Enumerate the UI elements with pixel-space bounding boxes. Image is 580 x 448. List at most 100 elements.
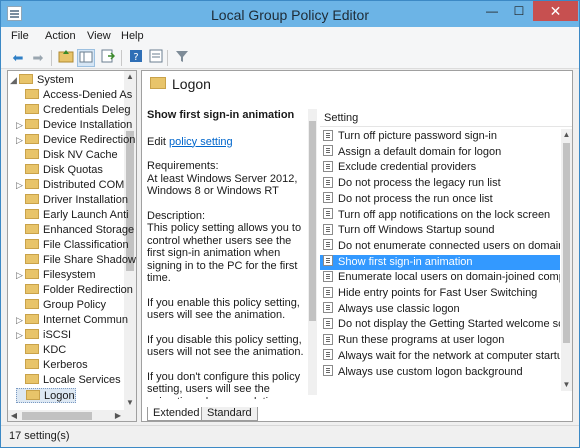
tree-item[interactable]: ▷ Device Redirection (16, 133, 135, 148)
tab-extended[interactable]: Extended (147, 407, 206, 421)
setting-row[interactable]: Always use custom logon background (320, 365, 560, 380)
policy-setting-icon (323, 255, 333, 267)
tree-item[interactable]: Logon (16, 388, 76, 403)
export-list-icon[interactable] (99, 49, 117, 67)
setting-row[interactable]: Turn off app notifications on the lock s… (320, 208, 560, 223)
policy-setting-icon (323, 333, 333, 345)
tree-item[interactable]: KDC (16, 343, 66, 358)
tree-item[interactable]: ▷ Filesystem (16, 268, 96, 283)
setting-row[interactable]: Assign a default domain for logon (320, 145, 560, 160)
tree-item[interactable]: Disk NV Cache (16, 148, 118, 163)
policy-setting-icon (323, 286, 333, 298)
tree-item[interactable]: Group Policy (16, 298, 106, 313)
tree-item[interactable]: ▷ iSCSI (16, 328, 71, 343)
maximize-button[interactable]: ☐ (506, 1, 532, 21)
expand-arrow-icon[interactable]: ▷ (16, 268, 25, 283)
show-hide-tree-icon[interactable] (77, 49, 95, 67)
setting-row[interactable]: Always use classic logon (320, 302, 560, 317)
expand-arrow-icon[interactable]: ▷ (16, 178, 25, 193)
menu-help[interactable]: Help (121, 30, 144, 42)
policy-setting-icon (323, 349, 333, 361)
filter-icon[interactable] (173, 49, 191, 67)
tree-item-label: Locale Services (43, 374, 121, 386)
policy-setting-icon (323, 239, 333, 251)
description-scrollbar[interactable] (308, 109, 317, 395)
tree-item[interactable]: ▷ Distributed COM (16, 178, 124, 193)
scroll-down-arrow-icon[interactable]: ▼ (561, 379, 572, 391)
setting-row[interactable]: Always wait for the network at computer … (320, 349, 560, 364)
menu-action[interactable]: Action (45, 30, 76, 42)
details-pane: Logon Show first sign-in animation Edit … (141, 70, 573, 422)
edit-line: Edit policy setting (147, 136, 307, 149)
tree-item-label: Kerberos (43, 359, 88, 371)
setting-row[interactable]: Show first sign-in animation (320, 254, 560, 270)
tree-item[interactable]: Disk Quotas (16, 163, 103, 178)
policy-setting-link[interactable]: policy setting (169, 136, 233, 148)
settings-scrollbar[interactable]: ▲ ▼ (561, 129, 572, 391)
scroll-up-arrow-icon[interactable]: ▲ (561, 129, 572, 141)
tab-standard[interactable]: Standard (201, 407, 258, 421)
description-scroll-thumb[interactable] (309, 121, 316, 321)
setting-label: Hide entry points for Fast User Switchin… (338, 287, 538, 299)
menu-view[interactable]: View (87, 30, 111, 42)
back-arrow-icon[interactable]: ⬅ (9, 49, 27, 67)
settings-list: Turn off picture password sign-in Assign … (320, 129, 560, 389)
properties-icon[interactable] (147, 49, 165, 67)
setting-column-header[interactable]: Setting (320, 109, 572, 127)
tree-item[interactable]: File Share Shadow (16, 253, 136, 268)
tree-item[interactable]: Folder Redirection (16, 283, 133, 298)
tree-hscroll-thumb[interactable] (22, 412, 92, 420)
tree-item[interactable]: Locale Services (16, 373, 121, 388)
setting-row[interactable]: Hide entry points for Fast User Switchin… (320, 286, 560, 301)
forward-arrow-icon[interactable]: ➡ (29, 49, 47, 67)
scroll-down-arrow-icon[interactable]: ▼ (124, 397, 136, 409)
tree-item[interactable]: Driver Installation (16, 193, 128, 208)
tree-item[interactable]: Credentials Deleg (16, 103, 130, 118)
setting-label: Do not process the legacy run list (338, 177, 501, 190)
minimize-button[interactable]: — (479, 1, 505, 21)
scroll-right-arrow-icon[interactable]: ▶ (112, 410, 124, 421)
setting-row[interactable]: Turn off picture password sign-in (320, 129, 560, 144)
title-bar[interactable]: Local Group Policy Editor — ☐ ✕ (1, 1, 579, 27)
tree-horizontal-scrollbar[interactable]: ◀ ▶ (8, 410, 136, 421)
expand-arrow-icon[interactable]: ▷ (16, 133, 25, 148)
tree-item[interactable]: File Classification (16, 238, 129, 253)
policy-setting-icon (323, 160, 333, 172)
scroll-up-arrow-icon[interactable]: ▲ (124, 71, 136, 83)
policy-setting-icon (323, 129, 333, 141)
tree-item-system[interactable]: ◢ System (10, 73, 74, 88)
tree-item[interactable]: ▷ Device Installation (16, 118, 132, 133)
setting-row[interactable]: Do not enumerate connected users on doma… (320, 239, 560, 254)
setting-row[interactable]: Run these programs at user logon (320, 333, 560, 348)
up-folder-icon[interactable] (57, 49, 75, 67)
tree-item-label: Logon (44, 390, 75, 402)
folder-icon (19, 74, 33, 85)
tree-item[interactable]: Enhanced Storage (16, 223, 134, 238)
folder-icon (25, 284, 39, 295)
tree-item[interactable]: Access-Denied As (16, 88, 132, 103)
folder-icon (25, 149, 39, 160)
expand-arrow-icon[interactable]: ▷ (16, 118, 25, 133)
scroll-left-arrow-icon[interactable]: ◀ (8, 410, 20, 421)
policy-setting-icon (323, 223, 333, 235)
collapse-arrow-icon[interactable]: ◢ (10, 73, 19, 88)
setting-row[interactable]: Enumerate local users on domain-joined c… (320, 270, 560, 285)
setting-row[interactable]: Do not process the run once list (320, 192, 560, 207)
setting-row[interactable]: Do not process the legacy run list (320, 176, 560, 191)
tree-item-label: Distributed COM (43, 179, 125, 191)
pane-title: Logon (172, 76, 211, 92)
tree-item[interactable]: Kerberos (16, 358, 88, 373)
expand-arrow-icon[interactable]: ▷ (16, 313, 25, 328)
setting-row[interactable]: Exclude credential providers (320, 160, 560, 175)
settings-scroll-thumb[interactable] (563, 143, 570, 343)
tree-item[interactable]: Early Launch Anti (16, 208, 129, 223)
setting-row[interactable]: Turn off Windows Startup sound (320, 223, 560, 238)
menu-file[interactable]: File (11, 30, 29, 42)
tree-item-label: Access-Denied As (43, 89, 133, 101)
help-icon[interactable]: ? (127, 49, 145, 67)
setting-row[interactable]: Do not display the Getting Started welco… (320, 317, 560, 332)
tree-item[interactable]: ▷ Internet Commun (16, 313, 128, 328)
close-button[interactable]: ✕ (533, 1, 578, 21)
expand-arrow-icon[interactable]: ▷ (16, 328, 25, 343)
folder-icon (25, 179, 39, 190)
